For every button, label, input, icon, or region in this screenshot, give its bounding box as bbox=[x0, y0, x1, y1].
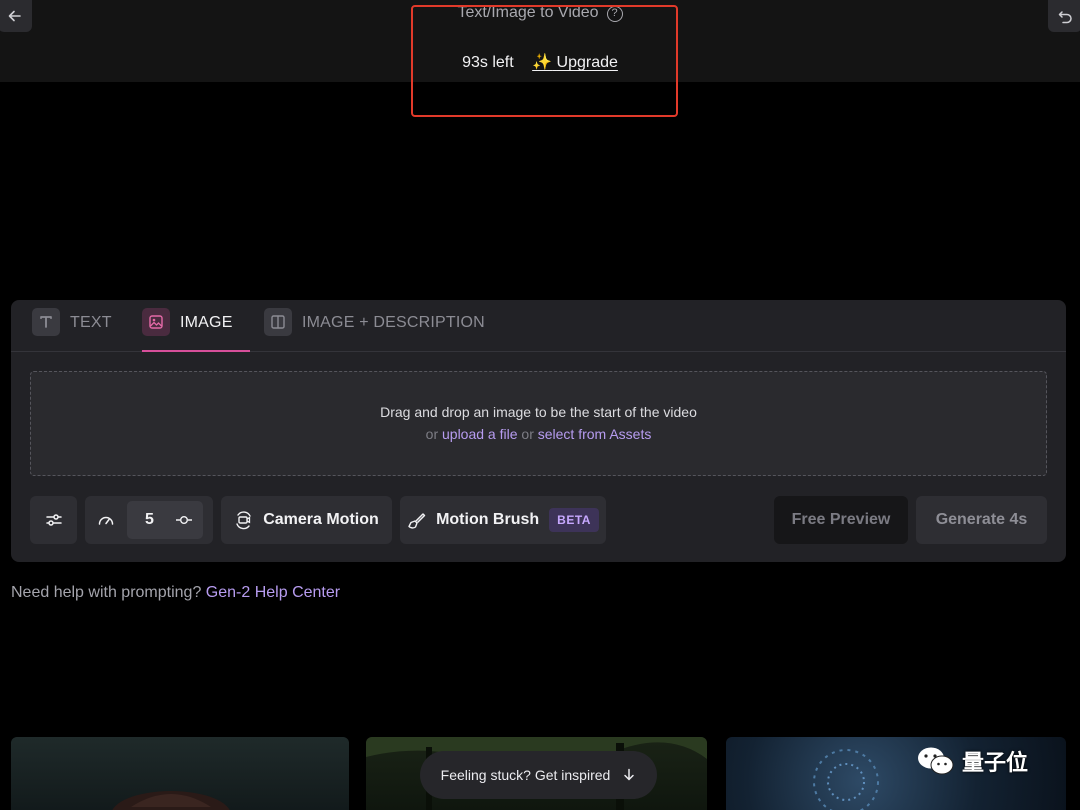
motion-brush-button[interactable]: Motion Brush BETA bbox=[400, 496, 606, 544]
wechat-icon bbox=[918, 747, 954, 775]
tab-image-label: IMAGE bbox=[180, 314, 233, 331]
image-icon bbox=[142, 308, 170, 336]
watermark: 量子位 bbox=[916, 745, 1028, 777]
tab-text[interactable]: TEXT bbox=[32, 308, 112, 352]
help-center-link[interactable]: Gen-2 Help Center bbox=[206, 584, 340, 601]
sliders-icon bbox=[45, 514, 62, 526]
motion-speed-control: 5 bbox=[85, 496, 213, 544]
camera-motion-button[interactable]: Camera Motion bbox=[221, 496, 392, 544]
tab-image[interactable]: IMAGE bbox=[142, 308, 250, 352]
annotation-highlight-box bbox=[411, 5, 678, 117]
motion-speed-stepper[interactable]: 5 bbox=[127, 501, 203, 539]
paintbrush-icon bbox=[408, 512, 426, 529]
generate-button[interactable]: Generate 4s bbox=[916, 496, 1047, 544]
dropzone-instructions: Drag and drop an image to be the start o… bbox=[380, 404, 697, 420]
motion-speed-value: 5 bbox=[145, 511, 154, 528]
tab-image-description[interactable]: IMAGE + DESCRIPTION bbox=[264, 308, 485, 352]
generate-label: Generate 4s bbox=[935, 511, 1028, 528]
controls-row: 5 Camera Motion Motion Brush BETA Free P… bbox=[30, 496, 1047, 544]
help-prefix: Need help with prompting? bbox=[11, 584, 202, 601]
split-panel-icon bbox=[264, 308, 292, 336]
generation-panel: TEXT IMAGE IMAGE + DESCRIPTION Drag and … bbox=[11, 300, 1066, 562]
prompting-help: Need help with prompting? Gen-2 Help Cen… bbox=[11, 584, 340, 602]
camera-orbit-icon bbox=[236, 510, 251, 529]
text-t-icon bbox=[32, 308, 60, 336]
beta-badge: BETA bbox=[549, 508, 599, 532]
settings-button[interactable] bbox=[30, 496, 77, 544]
get-inspired-label: Feeling stuck? Get inspired bbox=[440, 767, 611, 783]
tab-text-label: TEXT bbox=[70, 314, 112, 331]
inspiration-thumbnail[interactable] bbox=[11, 737, 349, 810]
upload-file-link[interactable]: upload a file bbox=[442, 426, 518, 442]
select-from-assets-link[interactable]: select from Assets bbox=[538, 426, 652, 442]
free-preview-button[interactable]: Free Preview bbox=[774, 496, 908, 544]
tab-image-description-label: IMAGE + DESCRIPTION bbox=[302, 314, 485, 331]
slider-knob-icon bbox=[176, 516, 192, 524]
get-inspired-button[interactable]: Feeling stuck? Get inspired bbox=[420, 751, 657, 799]
motion-brush-label: Motion Brush bbox=[436, 511, 540, 528]
free-preview-label: Free Preview bbox=[791, 511, 891, 528]
mode-tabs: TEXT IMAGE IMAGE + DESCRIPTION bbox=[11, 300, 1066, 352]
dropzone-or-2: or bbox=[521, 426, 534, 442]
arrow-down-icon bbox=[624, 768, 635, 781]
dropzone-or-1: or bbox=[425, 426, 439, 442]
camera-motion-label: Camera Motion bbox=[263, 511, 379, 528]
gauge-icon bbox=[98, 516, 114, 525]
image-dropzone[interactable]: Drag and drop an image to be the start o… bbox=[30, 371, 1047, 476]
dropzone-options: or upload a file or select from Assets bbox=[31, 426, 1046, 442]
watermark-text: 量子位 bbox=[962, 750, 1029, 775]
